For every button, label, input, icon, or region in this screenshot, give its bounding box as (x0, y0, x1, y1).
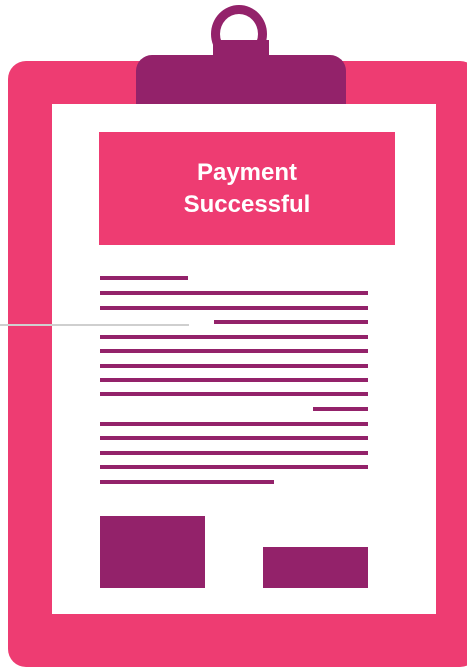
text-line (100, 480, 274, 484)
banner-title: Payment Successful (184, 157, 311, 221)
text-line (100, 306, 368, 310)
text-line (100, 465, 368, 469)
text-line (100, 364, 368, 368)
banner-title-line1: Payment (196, 158, 298, 186)
text-line (100, 378, 368, 382)
text-line (100, 451, 368, 455)
payment-banner: Payment Successful (99, 132, 395, 245)
text-line (100, 335, 368, 339)
banner-title-line2: Successful (183, 190, 311, 218)
receipt-signature-block (263, 547, 368, 588)
pointer-line (0, 324, 189, 326)
receipt-stamp-block (100, 516, 205, 588)
text-line (214, 320, 368, 324)
text-line (100, 349, 368, 353)
text-line (100, 422, 368, 426)
text-line (313, 407, 368, 411)
text-line (100, 436, 368, 440)
text-line (100, 291, 368, 295)
text-line (100, 392, 368, 396)
text-line (100, 276, 188, 280)
